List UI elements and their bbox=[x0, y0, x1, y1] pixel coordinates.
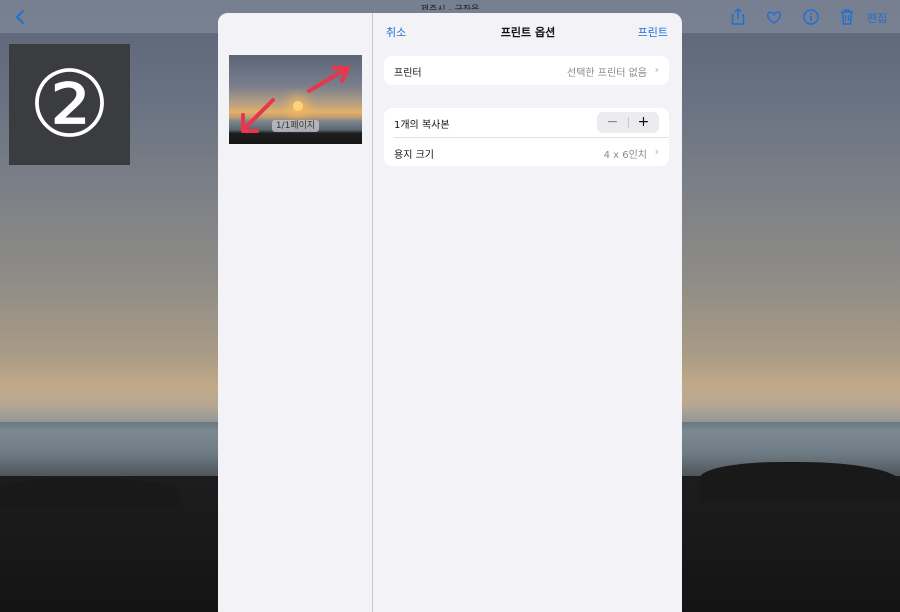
increment-button[interactable]: + bbox=[628, 112, 659, 133]
copies-paper-group: 1개의 복사본 − + 용지 크기 4 x 6인치 › bbox=[384, 108, 669, 166]
printer-row[interactable]: 프린터 선택한 프린터 없음 › bbox=[384, 56, 669, 85]
print-options-sheet: 1/1페이지 취소 프린트 옵션 프린트 프린터 선택한 프린터 없음 › 1개… bbox=[218, 13, 682, 612]
printer-value: 선택한 프린터 없음 bbox=[567, 68, 647, 79]
print-preview-thumbnail[interactable]: 1/1페이지 bbox=[229, 55, 362, 144]
back-chevron-icon[interactable] bbox=[10, 7, 30, 27]
chevron-right-icon: › bbox=[654, 63, 659, 76]
heart-icon[interactable] bbox=[764, 7, 784, 27]
print-button[interactable]: 프린트 bbox=[638, 24, 668, 40]
share-icon[interactable] bbox=[728, 7, 748, 27]
step-annotation: ② bbox=[9, 44, 130, 165]
sheet-title: 프린트 옵션 bbox=[500, 26, 556, 39]
print-preview-pane: 1/1페이지 bbox=[218, 13, 373, 612]
pinch-zoom-arrows-icon bbox=[241, 66, 350, 133]
chevron-right-icon: › bbox=[654, 145, 659, 158]
rock bbox=[0, 478, 180, 508]
copies-row: 1개의 복사본 − + bbox=[384, 108, 669, 137]
paper-size-row[interactable]: 용지 크기 4 x 6인치 › bbox=[394, 137, 669, 166]
edit-button[interactable]: 편집 bbox=[867, 10, 887, 26]
copies-label: 1개의 복사본 bbox=[394, 120, 450, 131]
copies-stepper: − + bbox=[597, 112, 659, 133]
step-number: ② bbox=[28, 51, 111, 158]
print-options-pane: 취소 프린트 옵션 프린트 프린터 선택한 프린터 없음 › 1개의 복사본 −… bbox=[374, 13, 682, 612]
printer-label: 프린터 bbox=[394, 68, 422, 79]
paper-size-value: 4 x 6인치 bbox=[603, 150, 647, 161]
decrement-button[interactable]: − bbox=[597, 112, 628, 133]
printer-group: 프린터 선택한 프린터 없음 › bbox=[384, 56, 669, 85]
trash-icon[interactable] bbox=[837, 7, 857, 27]
info-icon[interactable] bbox=[801, 7, 821, 27]
paper-size-label: 용지 크기 bbox=[394, 150, 434, 161]
rock bbox=[700, 462, 900, 502]
